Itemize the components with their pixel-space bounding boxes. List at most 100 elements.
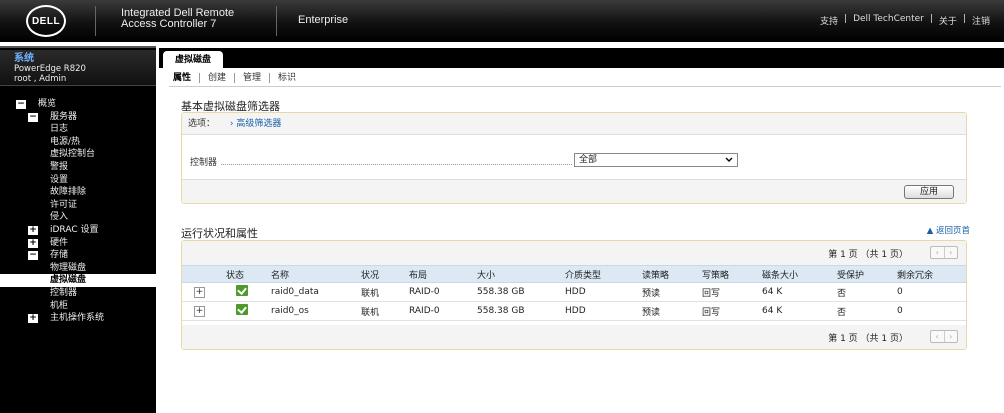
sidebar-item-label: 机柜	[50, 300, 69, 311]
status-ok-icon	[236, 285, 248, 296]
subtab-identify[interactable]: 标识	[270, 73, 304, 83]
techcenter-link[interactable]: Dell TechCenter	[853, 14, 924, 27]
sidebar-item-label: 许可证	[50, 199, 78, 210]
sidebar-item[interactable]: + iDRAC 设置	[0, 224, 156, 237]
sidebar-item[interactable]: 控制器	[0, 287, 156, 300]
system-summary[interactable]: 系统 PowerEdge R820 root , Admin	[0, 50, 156, 86]
sidebar-item-label: iDRAC 设置	[50, 224, 99, 235]
link-separator: |	[962, 14, 966, 24]
column-header: 读策略	[638, 265, 698, 283]
cell-write: 回写	[698, 282, 758, 302]
sidebar-item-label: 服务器	[50, 111, 78, 122]
pager-bottom: 第 1 页 （共 1 页） ‹ ›	[182, 325, 966, 349]
sidebar-item[interactable]: 虚拟磁盘	[0, 274, 156, 287]
sidebar-item-label: 故障排除	[50, 187, 87, 198]
next-page-button[interactable]: ›	[943, 331, 958, 342]
column-header: 大小	[473, 265, 561, 283]
sidebar-item[interactable]: − 服务器	[0, 111, 156, 124]
sidebar-item[interactable]: − 存储	[0, 249, 156, 262]
collapse-icon[interactable]: −	[28, 251, 38, 261]
table-row: + raid0_data 联机 RAID-0 558.38 GB HDD 预读 回写 64 K否…	[182, 282, 966, 302]
sidebar-item-label: 设置	[50, 174, 69, 185]
sidebar-item[interactable]: + 硬件	[0, 237, 156, 250]
advanced-filter-link[interactable]: › 高级筛选器	[230, 119, 281, 129]
sidebar-item[interactable]: 日志	[0, 123, 156, 136]
cell-read: 预读	[638, 301, 698, 321]
subtab-manage[interactable]: 管理	[235, 73, 271, 83]
sidebar-item-label: 硬件	[50, 237, 69, 248]
column-header: 状态	[222, 265, 267, 283]
logout-link[interactable]: 注销	[972, 14, 990, 27]
next-page-button[interactable]: ›	[943, 247, 958, 258]
sidebar-item-label: 概览	[38, 99, 57, 109]
cell-media: HDD	[561, 301, 638, 321]
pager-buttons: ‹ ›	[930, 330, 958, 343]
back-to-top-link[interactable]: ▲ 返回页首	[927, 224, 970, 236]
sidebar-item-label: 控制器	[50, 287, 78, 298]
sidebar-item[interactable]: 侵入	[0, 211, 156, 224]
cell-media: HDD	[561, 282, 638, 302]
column-header: 剩余冗余	[893, 265, 966, 283]
sidebar-item-label: 存储	[50, 250, 69, 261]
table-body: + raid0_data 联机 RAID-0 558.38 GB HDD 预读 回写 64 K否…	[182, 282, 966, 321]
expand-row-button[interactable]: +	[194, 305, 205, 317]
page-indicator: 第 1 页 （共 1 页）	[828, 334, 908, 344]
status-cell	[222, 301, 267, 321]
controller-select[interactable]: 全部	[574, 153, 738, 167]
controller-label: 控制器	[190, 155, 222, 168]
sidebar-item[interactable]: + 主机操作系统	[0, 312, 156, 325]
cell-layout: RAID-0	[405, 301, 473, 321]
prev-page-button[interactable]: ‹	[931, 247, 944, 258]
apply-button[interactable]: 应用	[904, 185, 954, 199]
chevron-down-icon	[725, 157, 733, 162]
virtual-disk-table: 状态 名称 状况 布局 大小 介质类型 读策略 写策略 磁条大小 受保护 剩余冗余 + raid0_d…	[182, 265, 966, 321]
collapse-icon[interactable]: −	[28, 112, 38, 122]
collapse-icon[interactable]: −	[16, 100, 26, 109]
support-link[interactable]: 支持	[820, 14, 838, 27]
system-model: PowerEdge R820	[14, 64, 86, 74]
sidebar-item[interactable]: 警报	[0, 161, 156, 174]
tab-virtual-disks[interactable]: 虚拟磁盘	[163, 51, 224, 70]
expand-icon[interactable]: +	[28, 238, 38, 248]
link-separator: |	[844, 14, 848, 24]
system-title[interactable]: 系统	[14, 54, 142, 64]
sidebar-item-label: 电源/热	[50, 136, 81, 147]
expand-icon[interactable]: +	[28, 225, 38, 235]
filter-panel: 选项： › 高级筛选器 控制器 全部 应用	[181, 112, 967, 204]
column-header: 磁条大小	[758, 265, 833, 283]
cell-write: 回写	[698, 301, 758, 321]
sidebar-item-label: 警报	[50, 161, 69, 172]
sidebar-item[interactable]: 电源/热	[0, 136, 156, 149]
pager-top: 第 1 页 （共 1 页） ‹ ›	[182, 241, 966, 265]
cell-name: raid0_os	[267, 301, 357, 321]
sidebar-item[interactable]: 物理磁盘	[0, 262, 156, 275]
sidebar-item[interactable]: 机柜	[0, 300, 156, 313]
sidebar-item[interactable]: 许可证	[0, 199, 156, 212]
prev-page-button[interactable]: ‹	[931, 331, 944, 342]
subtab-properties[interactable]: 属性	[173, 73, 201, 83]
cell-size: 558.38 GB	[473, 282, 561, 302]
column-header: 受保护	[833, 265, 893, 283]
cell-protected: 否	[833, 282, 893, 302]
table-row: + raid0_os 联机 RAID-0 558.38 GB HDD 预读 回写 64 K否0	[182, 301, 966, 321]
sidebar-item[interactable]: 设置	[0, 174, 156, 187]
filter-footer: 应用	[182, 179, 966, 203]
table-header-row: 状态 名称 状况 布局 大小 介质类型 读策略 写策略 磁条大小 受保护 剩余冗余	[182, 265, 966, 283]
expand-row-button[interactable]: +	[194, 286, 205, 298]
header-divider	[276, 6, 277, 36]
subtab-create[interactable]: 创建	[200, 73, 236, 83]
cell-condition: 联机	[357, 282, 405, 302]
sidebar-item[interactable]: 虚拟控制台	[0, 148, 156, 161]
cell-name: raid0_data	[267, 282, 357, 302]
sidebar-item[interactable]: − 概览	[0, 98, 156, 111]
column-header: 名称	[267, 265, 357, 283]
status-ok-icon	[236, 304, 248, 315]
sidebar-item-label: 侵入	[50, 212, 69, 223]
sidebar-item-label: 日志	[50, 124, 69, 135]
sidebar-item[interactable]: 故障排除	[0, 186, 156, 199]
current-user: root , Admin	[14, 74, 67, 84]
expand-icon[interactable]: +	[28, 314, 38, 324]
status-heading: 运行状况和属性	[181, 227, 258, 240]
about-link[interactable]: 关于	[939, 14, 957, 27]
product-name: Integrated Dell Remote Access Controller…	[121, 8, 234, 30]
